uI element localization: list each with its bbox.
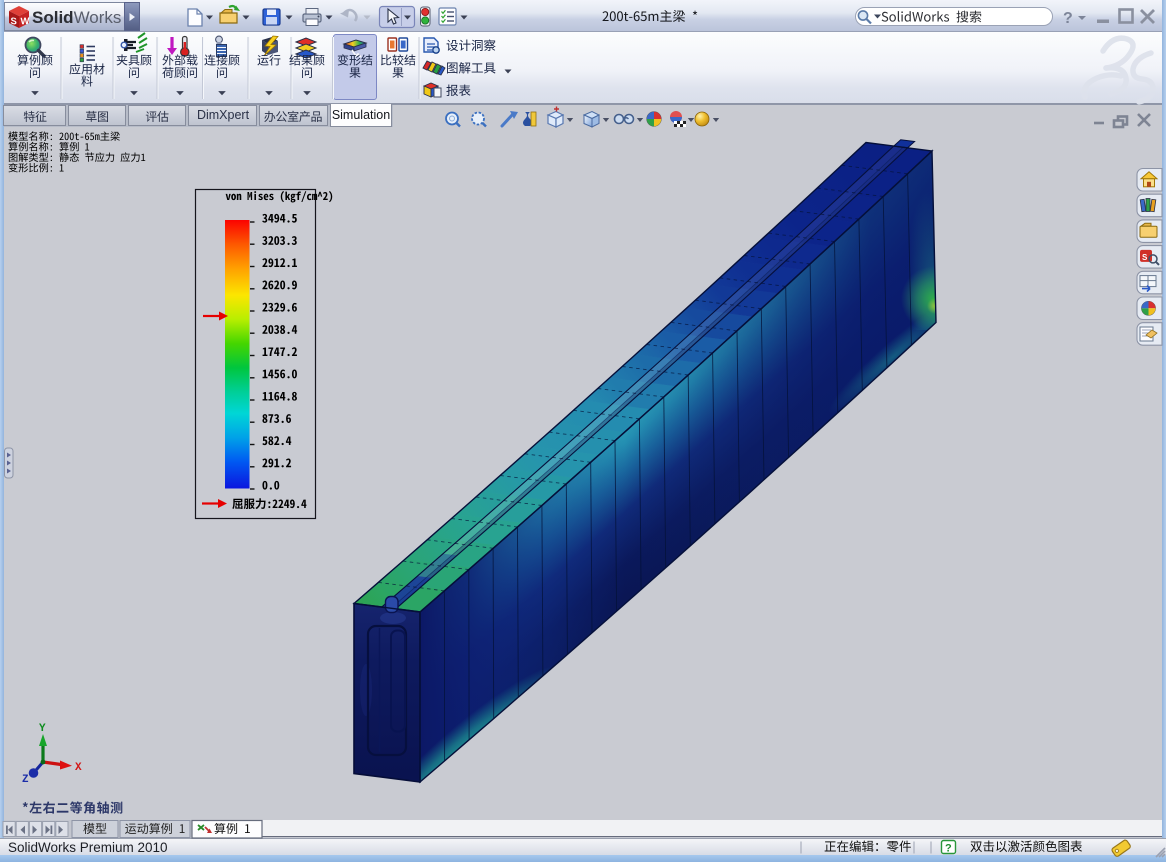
svg-text:?: ? [945,843,952,855]
svg-text:Z: Z [22,774,29,786]
svg-text:Y: Y [39,723,46,735]
svg-text:S: S [11,16,17,28]
svg-text:W: W [21,16,30,27]
svg-text:S: S [1142,253,1148,262]
svg-text:?: ? [1063,10,1073,27]
svg-text:X: X [75,762,82,774]
